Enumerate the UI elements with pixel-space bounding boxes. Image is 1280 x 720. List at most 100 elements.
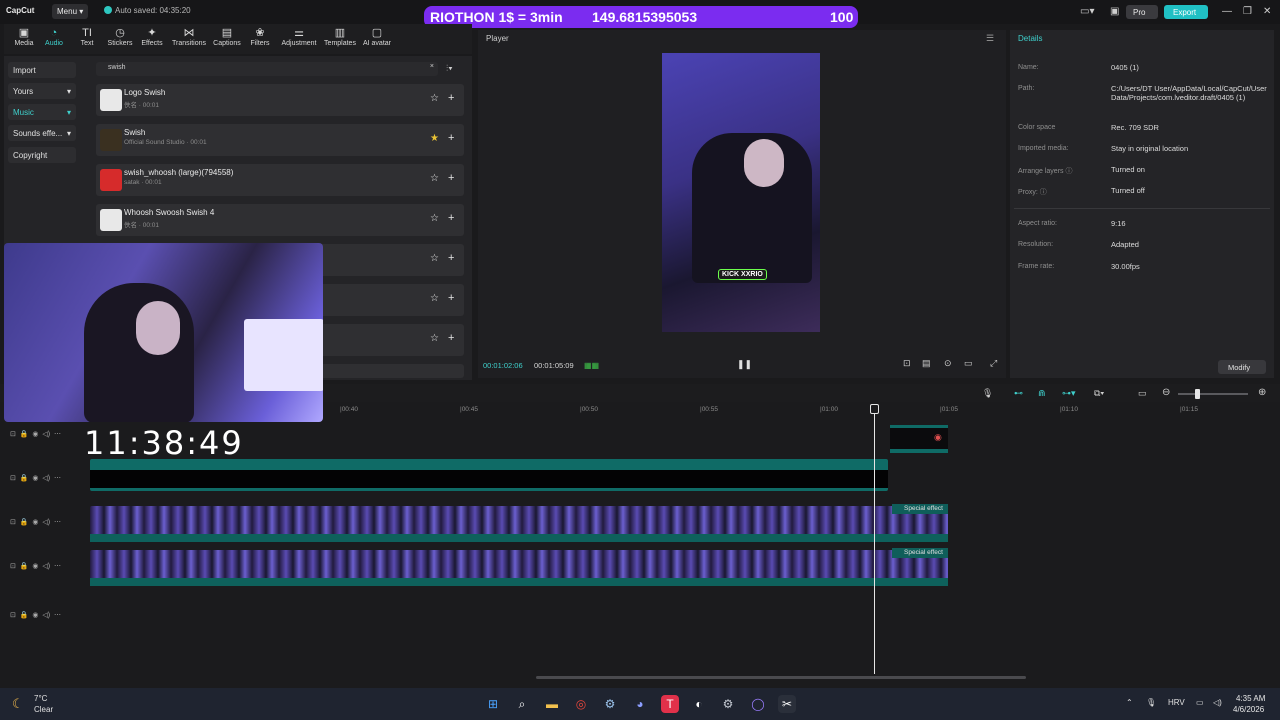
track-controls[interactable]: ⊡ 🔒 ◉ ◁) ⋯ [10,430,61,438]
close-icon[interactable]: ✕ [1263,6,1271,17]
special-effect-tag[interactable]: Special effect [892,504,948,514]
app-icon[interactable]: T [661,695,679,713]
sound-thumbnail [100,169,122,191]
star-icon[interactable]: ☆ [430,173,439,184]
tool-adjustment[interactable]: ⚌ Adjustment [279,27,319,47]
video-clip[interactable] [90,506,948,542]
clear-icon[interactable]: × [430,63,434,70]
add-icon[interactable]: + [448,212,454,224]
ai-avatar-icon: ▢ [371,27,383,39]
add-icon[interactable]: + [448,332,454,344]
nav-sound-effects[interactable]: Sounds effe... ▾ [8,125,76,141]
settings-icon[interactable]: ⚙ [719,695,737,713]
fullscreen-icon[interactable]: ⤢ [990,358,997,369]
export-button[interactable]: Export [1164,5,1208,19]
tool-filters[interactable]: ❀ Filters [240,27,280,47]
taskbar-time[interactable]: 4:35 AM [1236,694,1265,703]
microphone-icon[interactable]: 🎙 [982,388,993,399]
playhead-handle[interactable] [870,404,879,414]
obs-icon[interactable]: ◐ [690,695,708,713]
focus-icon[interactable]: ⊙ [944,358,952,369]
maximize-icon[interactable]: ❐ [1243,6,1252,17]
language-indicator[interactable]: HRV [1168,698,1185,707]
pro-button[interactable]: Pro [1126,5,1158,19]
audio-meter-icon: ▦▦ [584,361,600,370]
timeline-scrollbar[interactable] [536,676,1026,679]
add-icon[interactable]: + [448,292,454,304]
weather-temp[interactable]: 7°C [34,694,47,703]
add-icon[interactable]: + [448,172,454,184]
capcut-icon[interactable]: ✂ [778,695,796,713]
star-icon[interactable]: ☆ [430,253,439,264]
star-icon[interactable]: ☆ [430,293,439,304]
track-controls[interactable]: ⊡ 🔒 ◉ ◁) ⋯ [10,611,61,619]
add-icon[interactable]: + [448,132,454,144]
track-controls[interactable]: ⊡ 🔒 ◉ ◁) ⋯ [10,474,61,482]
zoom-slider[interactable] [1178,393,1248,395]
video-clip[interactable] [90,550,948,586]
star-icon[interactable]: ☆ [430,93,439,104]
zoom-slider-handle[interactable] [1195,389,1200,399]
tool-ai-avatar[interactable]: ▢ AI avatar [357,27,397,47]
clip-small[interactable]: ◉ [890,425,948,453]
moon-icon[interactable]: ☾ [12,696,24,712]
star-icon[interactable]: ☆ [430,333,439,344]
monitor-icon[interactable]: ▭ [1196,698,1204,707]
menu-icon[interactable]: ☰ [986,33,994,44]
preview-icon[interactable]: ▭ [1138,388,1147,399]
ratio-icon[interactable]: ▣ [1110,6,1119,17]
sound-item[interactable]: Logo Swish 佚名 · 00:01 ☆ + [96,84,464,116]
tool-templates[interactable]: ▥ Templates [320,27,360,47]
weather-status[interactable]: Clear [34,705,53,714]
sound-item[interactable]: Whoosh Swoosh Swish 4 佚名 · 00:01 ☆ + [96,204,464,236]
ratio-icon[interactable]: ▭ [964,358,973,369]
link-icon[interactable]: ⊷ [1014,388,1023,399]
crop-icon[interactable]: ⊡ [903,358,911,369]
search-icon[interactable]: ⌕ [513,695,531,713]
magnet-icon[interactable]: ⋒ [1038,388,1046,399]
star-filled-icon[interactable]: ★ [430,133,439,144]
special-effect-tag[interactable]: Special effect [892,548,948,558]
nav-music[interactable]: Music ▾ [8,104,76,120]
add-icon[interactable]: + [448,92,454,104]
modify-button[interactable]: Modify [1218,360,1266,374]
tool-effects[interactable]: ✦ Effects [132,27,172,47]
video-preview[interactable]: KICK XXRIO [662,53,820,332]
split-icon[interactable]: ⧉▾ [1094,388,1104,399]
windows-start-icon[interactable]: ⊞ [484,695,502,713]
filter-icon[interactable]: ⫶▾ [446,63,453,74]
sound-item[interactable]: Swish Official Sound Studio · 00:01 ★ + [96,124,464,156]
clip-black[interactable] [90,459,888,491]
microphone-icon[interactable]: 🎙 [1146,698,1156,707]
sound-meta: 佚名 · 00:01 [124,102,160,109]
star-icon[interactable]: ☆ [430,213,439,224]
nav-copyright[interactable]: Copyright [8,147,76,163]
nav-yours[interactable]: Yours ▾ [8,83,76,99]
minimize-icon[interactable]: — [1222,6,1232,17]
layout-icon[interactable]: ▭▾ [1080,6,1094,17]
info-icon: ⓘ [1039,189,1047,196]
sound-item[interactable]: swish_whoosh (large)(794558) satak · 00:… [96,164,464,196]
add-icon[interactable]: + [448,252,454,264]
file-explorer-icon[interactable]: ▬ [543,695,561,713]
app2-icon[interactable]: ◯ [749,695,767,713]
menu-button[interactable]: Menu ▾ [52,4,88,19]
volume-icon[interactable]: ◁) [1213,698,1222,707]
snap-icon[interactable]: ⊶▾ [1062,388,1076,399]
zoom-out-icon[interactable]: ⊖ [1162,387,1170,398]
quality-icon[interactable]: ▤ [922,358,931,369]
pause-icon[interactable]: ❚❚ [737,359,752,370]
discord-icon[interactable]: ◕ [631,695,649,713]
chevron-up-icon[interactable]: ⌃ [1126,698,1133,707]
track-controls[interactable]: ⊡ 🔒 ◉ ◁) ⋯ [10,518,61,526]
chrome-icon[interactable]: ◎ [572,695,590,713]
nav-import[interactable]: Import [8,62,76,78]
zoom-in-icon[interactable]: ⊕ [1258,387,1266,398]
playhead[interactable] [874,404,875,674]
track-controls[interactable]: ⊡ 🔒 ◉ ◁) ⋯ [10,562,61,570]
search-input[interactable]: swish × [96,62,438,76]
app-logo: CapCut [6,6,35,15]
tool-transitions[interactable]: ⋈ Transitions [169,27,209,47]
taskbar-date[interactable]: 4/6/2026 [1233,705,1264,714]
steam-icon[interactable]: ⚙ [601,695,619,713]
